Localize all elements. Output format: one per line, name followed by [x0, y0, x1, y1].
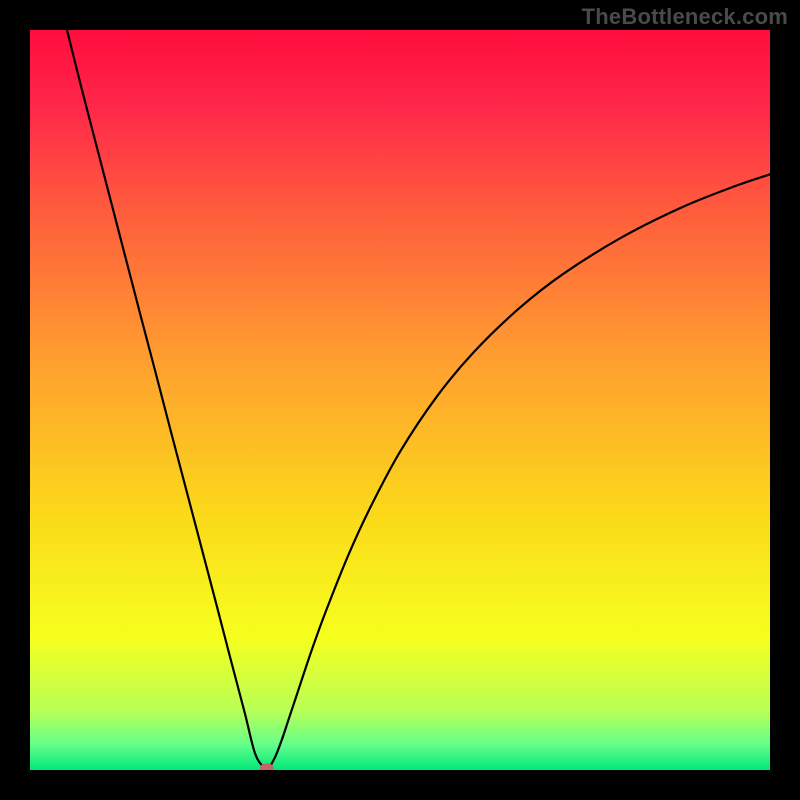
gradient-background: [30, 30, 770, 770]
watermark-text: TheBottleneck.com: [582, 4, 788, 30]
bottleneck-chart: [30, 30, 770, 770]
plot-wrap: [30, 30, 770, 770]
chart-frame: TheBottleneck.com: [0, 0, 800, 800]
